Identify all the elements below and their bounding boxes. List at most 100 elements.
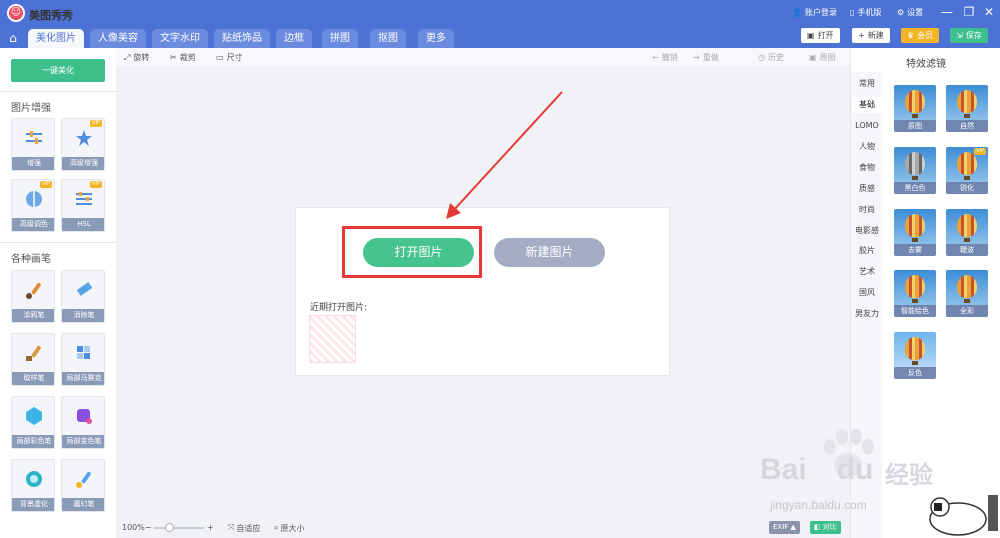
tool-label: HSL	[62, 218, 104, 231]
balloon-icon	[957, 90, 977, 113]
crown-icon: ♛	[907, 31, 915, 40]
fit-to-window-button[interactable]: ⤧ 自适应	[228, 523, 260, 534]
tool-advanced-enhance[interactable]: VIP 高级增强	[61, 118, 105, 171]
balloon-icon	[957, 152, 977, 175]
new-picture-button[interactable]: 新建图片	[494, 238, 605, 267]
filter-label: 智能绘色	[894, 305, 936, 317]
tab-border[interactable]: 边框	[276, 29, 312, 48]
filter-invert[interactable]: 反色	[894, 332, 936, 379]
tab-text-watermark[interactable]: 文字水印	[152, 29, 208, 48]
fit-label: 自适应	[236, 524, 261, 533]
watermark-brand-part: Bai	[760, 453, 807, 486]
tool-background-blur[interactable]: 背景虚化	[11, 459, 55, 512]
tab-beautify[interactable]: 美化图片	[28, 29, 84, 48]
filter-black-white[interactable]: 黑白色	[894, 147, 936, 194]
zoom-slider-track[interactable]	[154, 527, 204, 529]
tab-portrait[interactable]: 人像美容	[90, 29, 146, 48]
filter-category-fashion[interactable]: 时尚	[852, 202, 882, 218]
tab-stickers[interactable]: 贴纸饰品	[214, 29, 270, 48]
new-label: 新建	[867, 31, 884, 40]
tab-cutout[interactable]: 抠图	[370, 29, 406, 48]
open-label: 打开	[817, 31, 834, 40]
filter-sharpen[interactable]: VIP 锐化	[946, 147, 988, 194]
balloon-icon	[957, 214, 977, 237]
filter-dehaze[interactable]: 去雾	[894, 209, 936, 256]
basket-icon	[912, 238, 918, 242]
filter-category-cinematic[interactable]: 电影感	[852, 223, 882, 239]
filter-label: 全彩	[946, 305, 988, 317]
app-logo-icon: ☺	[7, 4, 25, 22]
mobile-version-link[interactable]: ▯ 手机版	[850, 7, 881, 18]
filter-category-common[interactable]: 常用	[852, 76, 882, 92]
vip-badge: VIP	[40, 181, 52, 188]
account-login-link[interactable]: 👤 账户登录	[792, 7, 837, 18]
watermark-brand: Bai du	[760, 453, 873, 487]
filter-wave[interactable]: 鞭波	[946, 209, 988, 256]
highlight-box	[342, 226, 482, 278]
basket-icon	[912, 299, 918, 303]
tab-collage[interactable]: 拼图	[322, 29, 358, 48]
tool-sample-brush[interactable]: 取样笔	[11, 333, 55, 386]
actual-size-button[interactable]: ⌕ 原大小	[274, 523, 304, 534]
redo-button[interactable]: → 重做	[693, 52, 719, 63]
zoom-slider-handle[interactable]	[165, 523, 174, 532]
filter-smart-color[interactable]: 智能绘色	[894, 270, 936, 317]
tool-local-recolor-brush[interactable]: 局部变色笔	[61, 396, 105, 449]
settings-link[interactable]: ⚙ 设置	[897, 7, 923, 18]
filter-category-lomo[interactable]: LOMO	[852, 118, 882, 134]
filter-original[interactable]: 原图	[894, 85, 936, 132]
filter-category-texture[interactable]: 质感	[852, 181, 882, 197]
filter-category-guofeng[interactable]: 国风	[852, 285, 882, 301]
tab-more[interactable]: 更多	[418, 29, 454, 48]
tool-enhance[interactable]: 增强	[11, 118, 55, 171]
tool-label: 增强	[12, 157, 54, 170]
filter-category-basic[interactable]: 基础	[852, 97, 882, 113]
tool-label: 背景虚化	[12, 498, 54, 511]
history-label: 历史	[767, 53, 784, 62]
undo-button[interactable]: ← 撤销	[652, 52, 678, 63]
original-button[interactable]: ▣ 原图	[809, 52, 836, 63]
close-button[interactable]: ✕	[982, 5, 996, 19]
filter-category-food[interactable]: 食物	[852, 160, 882, 176]
tool-local-mosaic[interactable]: 局部马赛克	[61, 333, 105, 386]
history-button[interactable]: ◷ 历史	[758, 52, 784, 63]
account-login-label: 账户登录	[804, 8, 837, 17]
size-button[interactable]: ▭ 尺寸	[216, 52, 243, 63]
filter-full-color[interactable]: 全彩	[946, 270, 988, 317]
zoom-out-button[interactable]: −	[145, 523, 152, 532]
basket-icon	[912, 361, 918, 365]
save-button[interactable]: ⇲ 保存	[950, 28, 988, 43]
recent-picture-thumbnail[interactable]	[309, 315, 356, 363]
filter-natural[interactable]: 自然	[946, 85, 988, 132]
status-bar	[116, 518, 850, 538]
tool-eraser-brush[interactable]: 消除笔	[61, 270, 105, 323]
filter-category-people[interactable]: 人物	[852, 139, 882, 155]
minimize-button[interactable]: —	[940, 5, 954, 19]
tool-local-color-brush[interactable]: 局部彩色笔	[11, 396, 55, 449]
filter-category-art[interactable]: 艺术	[852, 264, 882, 280]
filter-panel-title: 特效滤镜	[906, 59, 946, 70]
divider	[0, 242, 116, 243]
zoom-in-button[interactable]: +	[207, 523, 214, 532]
undo-label: 撤销	[661, 53, 678, 62]
balloon-icon	[905, 337, 925, 360]
tool-hsl[interactable]: VIP HSL	[61, 179, 105, 232]
tool-label: 局部彩色笔	[12, 435, 54, 448]
crop-button[interactable]: ✂ 裁剪	[170, 52, 196, 63]
one-key-beautify-button[interactable]: 一键美化	[11, 59, 105, 82]
tool-advanced-color[interactable]: VIP 高级调色	[11, 179, 55, 232]
rotate-button[interactable]: ⤢ 旋转	[124, 52, 149, 63]
tool-magic-brush[interactable]: 魔幻笔	[61, 459, 105, 512]
tool-doodle-brush[interactable]: 涂鸦笔	[11, 270, 55, 323]
home-icon[interactable]: ⌂	[5, 31, 21, 45]
filter-category-boyfriend[interactable]: 男友力	[852, 306, 882, 322]
member-button[interactable]: ♛ 会员	[901, 28, 940, 43]
settings-label: 设置	[907, 8, 924, 17]
new-button[interactable]: + 新建	[852, 28, 890, 43]
tool-label: 局部马赛克	[62, 372, 104, 385]
restore-button[interactable]: ❐	[962, 5, 976, 19]
basket-icon	[964, 176, 970, 180]
filter-category-film[interactable]: 胶片	[852, 243, 882, 259]
magnifier-icon: ⌕	[274, 523, 279, 532]
open-button[interactable]: ▣ 打开	[801, 28, 840, 43]
